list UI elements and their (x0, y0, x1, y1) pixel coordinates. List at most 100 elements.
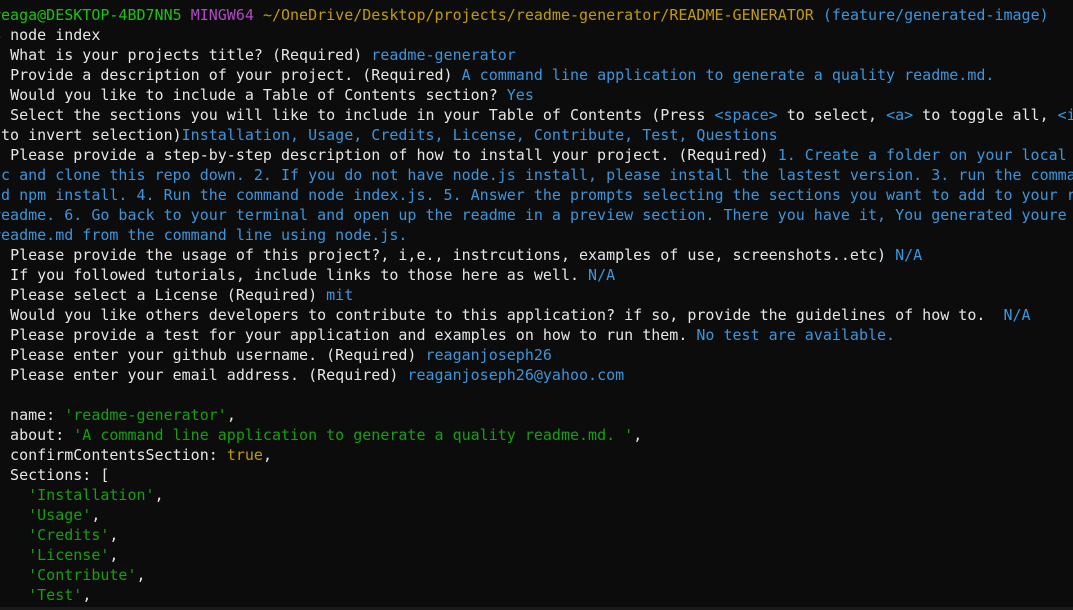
prompt-answer: Installation, Usage, Credits, License, C… (181, 126, 778, 144)
terminal-window[interactable]: reaga@DESKTOP-4BD7NN5 MINGW64 ~/OneDrive… (0, 0, 1073, 610)
comma: , (136, 566, 146, 584)
object-field-sections: Sections: [ (0, 465, 1073, 485)
prompt-answer: pc and clone this repo down. 2. If you d… (0, 166, 1073, 184)
shell-name: MINGW64 (190, 6, 254, 24)
object-field-about: about: 'A command line application to ge… (0, 425, 1073, 445)
prompt-text: Please provide the usage of this project… (10, 246, 887, 264)
comma: , (154, 486, 164, 504)
prompt-text: Provide a description of your project. (… (10, 66, 453, 84)
prompt-text: to invert selection) (0, 126, 182, 144)
prompt-line: ? If you followed tutorials, include lin… (0, 265, 1073, 285)
prompt-header: reaga@DESKTOP-4BD7NN5 MINGW64 ~/OneDrive… (0, 5, 1073, 25)
question-mark-icon: ? (0, 146, 1, 164)
array-item: 'Contribute', (0, 565, 1073, 585)
prompt-text-part: to toggle all, (913, 106, 1058, 124)
prompt-answer: readme. 6. Go back to your terminal and … (0, 206, 1073, 224)
prompt-text: Please enter your github username. (Requ… (10, 346, 417, 364)
prompt-answer: readme.md from the command line using no… (0, 226, 408, 244)
prompt-answer: nd npm install. 4. Run the command node … (0, 186, 1073, 204)
array-item: 'Test', (0, 585, 1073, 605)
question-mark-icon: ? (0, 306, 1, 324)
command-line: $ node index (0, 25, 1073, 45)
array-item: 'Credits', (0, 525, 1073, 545)
comma: , (109, 526, 119, 544)
command-text: node index (10, 26, 101, 44)
prompt-text: Please select a License (Required) (10, 286, 318, 304)
array-value: 'License' (28, 546, 110, 564)
answer-continued: pc and clone this repo down. 2. If you d… (0, 165, 1073, 185)
question-mark-icon: ? (0, 86, 1, 104)
prompt-text: What is your projects title? (Required) (10, 46, 363, 64)
question-mark-icon: ? (0, 326, 1, 344)
question-mark-icon: ? (0, 246, 1, 264)
prompt-answer: reaganjoseph26@yahoo.com (407, 366, 625, 384)
object-key: about: (0, 426, 74, 444)
prompt-text: Please provide a test for your applicati… (10, 326, 688, 344)
prompt-line: ? Please select a License (Required) mit (0, 285, 1073, 305)
answer-continued: readme.md from the command line using no… (0, 225, 1073, 245)
prompt-line: ? Please provide a step-by-step descript… (0, 145, 1073, 165)
array-item: 'Usage', (0, 505, 1073, 525)
prompt-line-continued: to invert selection)Installation, Usage,… (0, 125, 1073, 145)
prompt-answer: N/A (1003, 306, 1031, 324)
prompt-line: ? What is your projects title? (Required… (0, 45, 1073, 65)
prompt-text: Please provide a step-by-step descriptio… (10, 146, 769, 164)
prompt-answer: mit (326, 286, 354, 304)
prompt-line: ? Select the sections you will like to i… (0, 105, 1073, 125)
object-value: true (226, 446, 263, 464)
prompt-answer: Yes (506, 86, 534, 104)
key-hint-i: <i (1057, 106, 1073, 124)
array-value: 'Usage' (28, 506, 92, 524)
prompt-answer: No test are available. (696, 326, 896, 344)
user-host: reaga@DESKTOP-4BD7NN5 (0, 6, 182, 24)
prompt-answer: N/A (588, 266, 616, 284)
array-value: 'Test' (28, 586, 83, 604)
object-value: 'readme-generator' (64, 406, 227, 424)
question-mark-icon: ? (0, 66, 1, 84)
prompt-answer: readme-generator (371, 46, 516, 64)
object-key: confirmContentsSection: (0, 446, 227, 464)
array-value: 'Installation' (28, 486, 155, 504)
answer-continued: nd npm install. 4. Run the command node … (0, 185, 1073, 205)
prompt-line: ? Please enter your github username. (Re… (0, 345, 1073, 365)
prompt-answer: N/A (895, 246, 923, 264)
comma: , (91, 506, 101, 524)
prompt-text: Would you like others developers to cont… (10, 306, 995, 324)
prompt-text: Please enter your email address. (Requir… (10, 366, 399, 384)
git-branch: (feature/generated-image) (822, 6, 1049, 24)
comma: , (226, 406, 236, 424)
question-mark-icon: ? (0, 106, 1, 124)
comma: , (633, 426, 643, 444)
array-item: 'License', (0, 545, 1073, 565)
object-field-name: name: 'readme-generator', (0, 405, 1073, 425)
question-mark-icon: ? (0, 366, 1, 384)
question-mark-icon: ? (0, 46, 1, 64)
question-mark-icon: ? (0, 346, 1, 364)
key-hint-a: <a> (886, 106, 914, 124)
comma: , (82, 586, 92, 604)
question-mark-icon: ? (0, 266, 1, 284)
prompt-line: ? Please provide the usage of this proje… (0, 245, 1073, 265)
comma: , (262, 446, 272, 464)
prompt-line: ? Please provide a test for your applica… (0, 325, 1073, 345)
question-mark-icon: ? (0, 286, 1, 304)
prompt-text: Select the sections you will like to inc… (10, 106, 706, 124)
prompt-answer: reaganjoseph26 (425, 346, 552, 364)
object-value: 'A command line application to generate … (73, 426, 634, 444)
prompt-answer: 1. Create a folder on your local (777, 146, 1067, 164)
prompt-symbol: $ (0, 26, 1, 44)
object-field-confirm: confirmContentsSection: true, (0, 445, 1073, 465)
prompt-line: ? Provide a description of your project.… (0, 65, 1073, 85)
object-key: Sections: [ (0, 466, 110, 484)
answer-continued: readme. 6. Go back to your terminal and … (0, 205, 1073, 225)
object-key: name: (10, 406, 56, 424)
array-item: 'Installation', (0, 485, 1073, 505)
prompt-line: ? Please enter your email address. (Requ… (0, 365, 1073, 385)
working-directory: ~/OneDrive/Desktop/projects/readme-gener… (262, 6, 814, 24)
prompt-line: ? Would you like to include a Table of C… (0, 85, 1073, 105)
array-value: 'Credits' (28, 526, 110, 544)
prompt-answer: A command line application to generate a… (461, 66, 995, 84)
prompt-text-part: to select, (777, 106, 887, 124)
prompt-text: If you followed tutorials, include links… (10, 266, 580, 284)
prompt-text: Would you like to include a Table of Con… (10, 86, 498, 104)
